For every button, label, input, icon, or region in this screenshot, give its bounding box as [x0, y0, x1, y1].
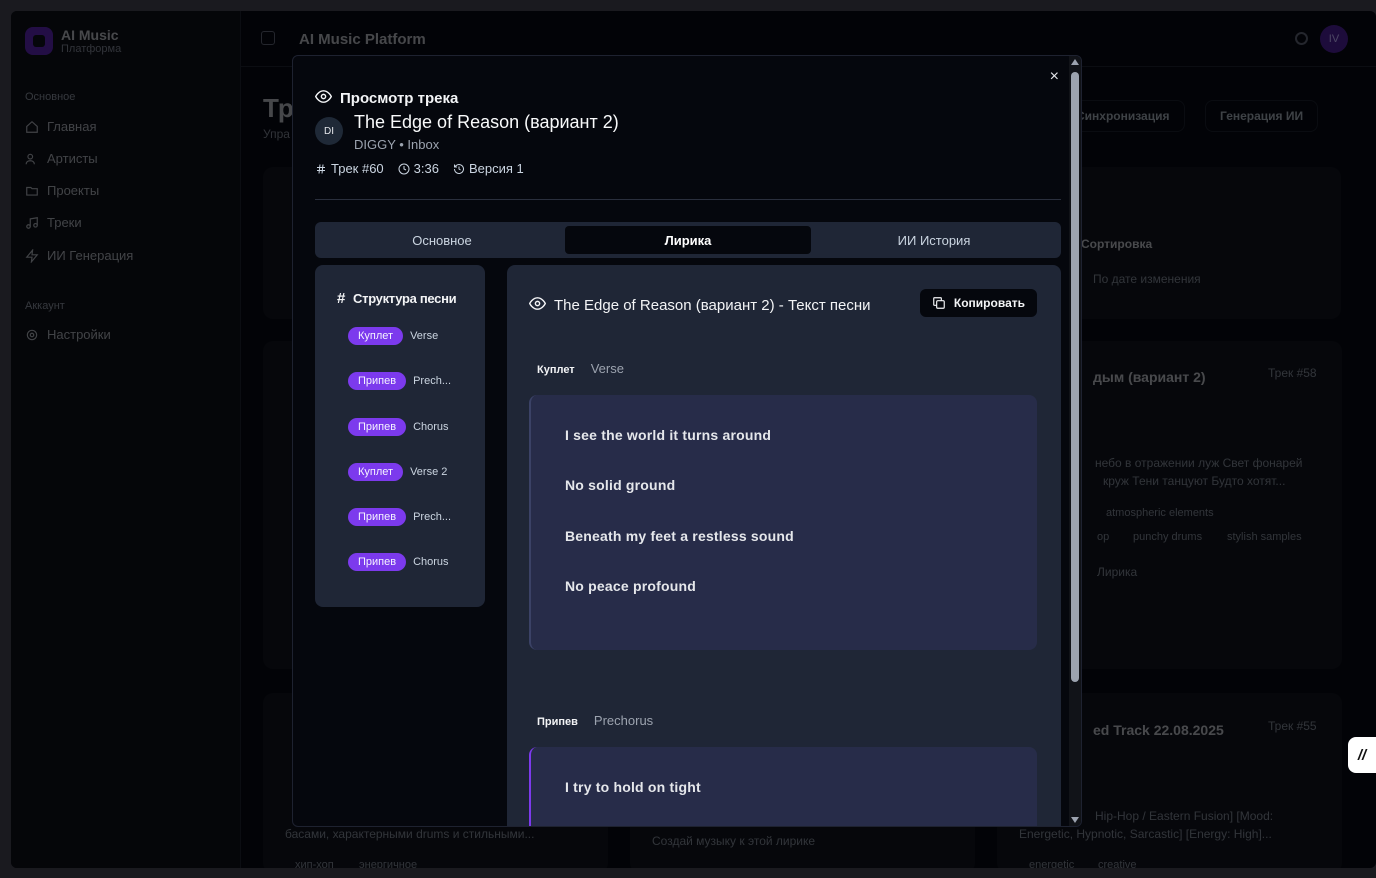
modal-scrollbar[interactable]: [1069, 56, 1081, 826]
structure-item[interactable]: Припев Chorus: [348, 553, 449, 571]
track-title: The Edge of Reason (вариант 2): [354, 112, 619, 132]
scroll-up-icon[interactable]: [1071, 59, 1079, 65]
tab-ai-history[interactable]: ИИ История: [811, 226, 1057, 254]
meta-track-number: Трек #60: [315, 161, 384, 176]
copy-button[interactable]: Копировать: [919, 289, 1037, 317]
section-badge: Припев: [348, 553, 407, 571]
section-badge: Куплет: [348, 327, 404, 345]
lyric-line: No peace profound: [565, 578, 696, 594]
section-name: Verse: [410, 330, 439, 342]
modal-tabs: Основное Лирика ИИ История: [315, 222, 1061, 258]
section-name: Prechorus: [593, 713, 654, 728]
section-label: Куплет Verse: [537, 361, 624, 376]
section-name: Verse: [590, 361, 624, 376]
modal-header: Просмотр трека: [314, 88, 459, 109]
section-name: Prech...: [413, 511, 451, 523]
divider: [315, 199, 1061, 200]
structure-item[interactable]: Куплет Verse: [348, 327, 438, 345]
lyrics-heading: The Edge of Reason (вариант 2) - Текст п…: [528, 295, 871, 316]
app-window: AI Music Платформа Основное Главная Арти…: [11, 11, 1376, 868]
scroll-down-icon[interactable]: [1071, 817, 1079, 823]
track-meta: Трек #60 3:36 Версия 1: [315, 161, 524, 176]
structure-title-text: Структура песни: [353, 291, 457, 306]
modal-title: Просмотр трека: [340, 90, 459, 107]
floating-widget-icon[interactable]: //: [1348, 737, 1376, 773]
artist-avatar: DI: [315, 117, 343, 145]
lyrics-panel[interactable]: The Edge of Reason (вариант 2) - Текст п…: [507, 265, 1061, 826]
tab-basic[interactable]: Основное: [319, 226, 565, 254]
hash-icon: #: [337, 290, 346, 307]
structure-item[interactable]: Припев Prech...: [348, 372, 451, 390]
copy-icon: [933, 297, 945, 309]
section-name: Chorus: [413, 556, 449, 568]
meta-duration: 3:36: [398, 161, 439, 176]
section-label: Припев Prechorus: [537, 713, 653, 728]
track-subtitle: DIGGY • Inbox: [354, 137, 440, 152]
song-structure-panel: # Структура песни Куплет Verse Припев Pr…: [315, 265, 485, 607]
section-name: Verse 2: [410, 466, 448, 478]
lyrics-section-box: I see the world it turns around No solid…: [529, 395, 1037, 650]
meta-version-text: Версия 1: [468, 161, 524, 176]
section-badge: Припев: [348, 508, 407, 526]
history-icon: [453, 163, 464, 174]
lyric-line: I see the world it turns around: [565, 427, 772, 443]
copy-button-label: Копировать: [953, 296, 1025, 310]
lyrics-section-box: I try to hold on tight: [529, 747, 1037, 826]
clock-icon: [398, 163, 410, 174]
lyric-line: I try to hold on tight: [565, 779, 701, 795]
tab-lyrics[interactable]: Лирика: [565, 226, 811, 254]
section-badge: Припев: [348, 372, 407, 390]
section-kind: Припев: [537, 716, 578, 728]
eye-icon: [528, 295, 547, 316]
section-badge: Куплет: [348, 463, 404, 481]
close-button[interactable]: ×: [1050, 68, 1059, 86]
section-kind: Куплет: [537, 364, 575, 376]
section-name: Prech...: [413, 375, 451, 387]
section-name: Chorus: [413, 421, 449, 433]
lyrics-heading-text: The Edge of Reason (вариант 2) - Текст п…: [554, 297, 871, 314]
hash-icon: [317, 163, 325, 174]
meta-version: Версия 1: [453, 161, 524, 176]
structure-item[interactable]: Припев Prech...: [348, 508, 451, 526]
section-badge: Припев: [348, 418, 407, 436]
structure-title: # Структура песни: [337, 290, 457, 307]
structure-item[interactable]: Припев Chorus: [348, 418, 449, 436]
meta-track-text: Трек #60: [331, 161, 384, 176]
eye-icon: [314, 88, 333, 109]
track-view-modal: × Просмотр трека DI The Edge of Reason (…: [292, 55, 1082, 827]
lyric-line: No solid ground: [565, 477, 676, 493]
meta-duration-text: 3:36: [413, 161, 439, 176]
lyric-line: Beneath my feet a restless sound: [565, 528, 794, 544]
scrollbar-thumb[interactable]: [1071, 72, 1079, 682]
structure-item[interactable]: Куплет Verse 2: [348, 463, 447, 481]
